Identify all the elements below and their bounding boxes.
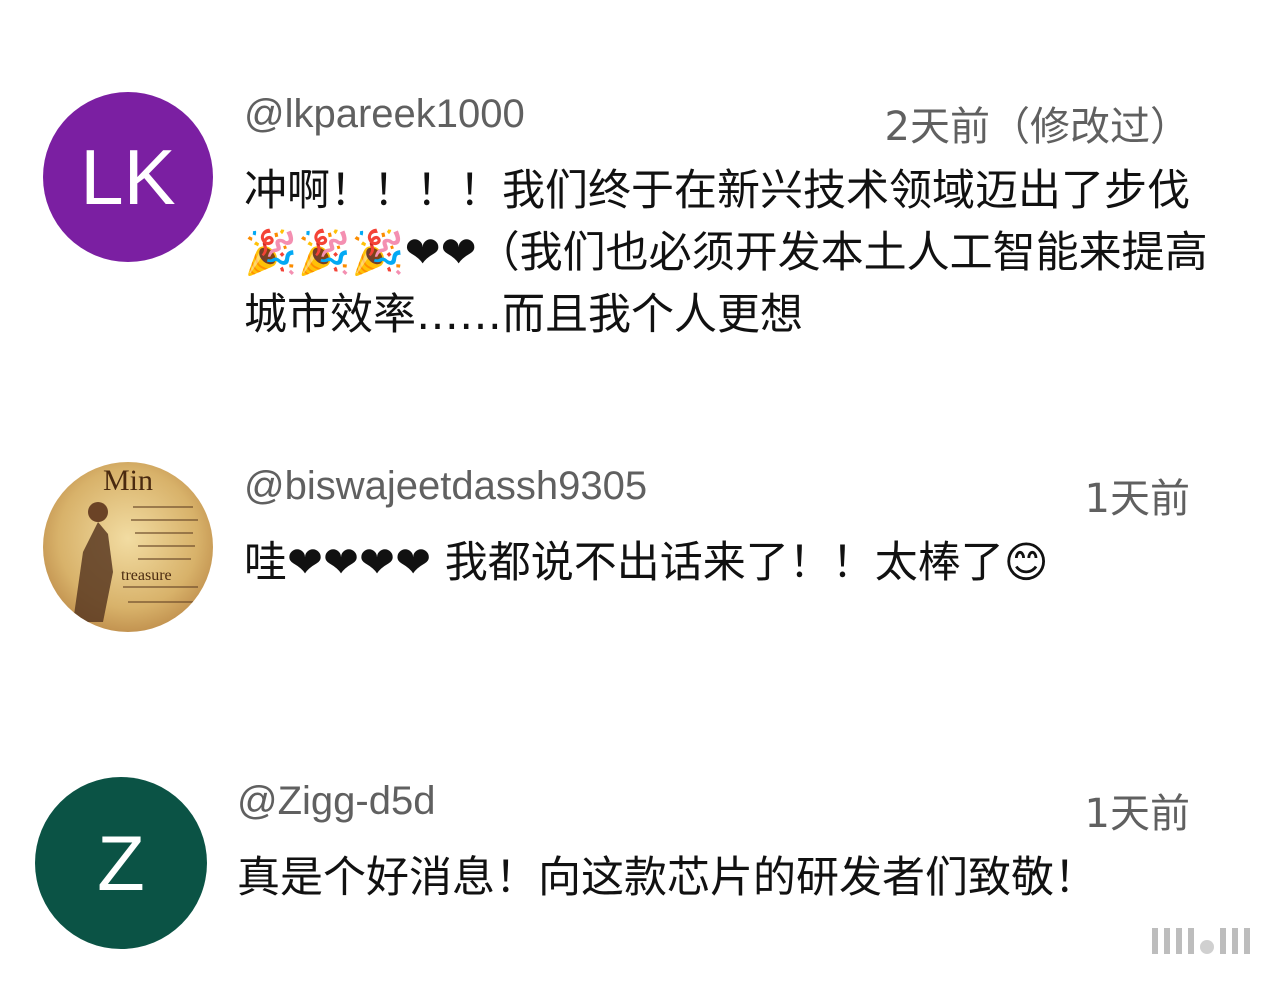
comment-author[interactable]: @lkpareek1000 [244, 92, 525, 137]
avatar[interactable]: Min treasure [43, 462, 213, 632]
avatar[interactable]: LK [43, 92, 213, 262]
comment-author[interactable]: @Zigg-d5d [237, 779, 435, 824]
avatar-image: Min treasure [73, 464, 198, 622]
comment-timestamp: 1天前 [1084, 476, 1190, 522]
avatar-initials: Z [97, 818, 145, 907]
svg-text:treasure: treasure [121, 567, 172, 584]
watermark-logo [1152, 928, 1250, 954]
comment-timestamp: 1天前 [1084, 791, 1190, 837]
avatar[interactable]: Z [35, 777, 207, 949]
svg-text:Min: Min [103, 464, 153, 497]
comment-author[interactable]: @biswajeetdassh9305 [244, 464, 647, 509]
comment-text: 真是个好消息！向这款芯片的研发者们致敬！ [237, 853, 1097, 903]
comment-text: 冲啊！！！！我们终于在新兴技术领域迈出了步伐🎉🎉🎉❤❤（我们也必须开发本土人工智… [244, 166, 1208, 340]
comment-text: 哇❤❤❤❤ 我都说不出话来了！！太棒了😊 [244, 538, 1049, 588]
comment-timestamp: 2天前（修改过） [884, 104, 1190, 150]
avatar-initials: LK [80, 132, 176, 221]
